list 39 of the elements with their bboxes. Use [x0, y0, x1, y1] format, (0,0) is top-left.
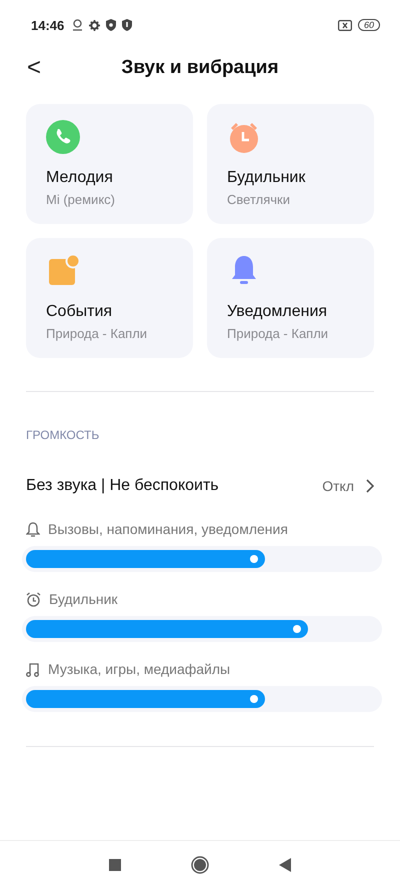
card-title: События	[46, 303, 112, 321]
music-note-icon	[26, 662, 40, 676]
dnd-value: Откл	[322, 478, 354, 494]
card-subtitle: Природа - Капли	[46, 326, 148, 341]
sound-card[interactable]: Будильник Светлячки	[207, 104, 374, 224]
volume-slider[interactable]	[26, 550, 378, 568]
sound-card[interactable]: Уведомления Природа - Капли	[207, 238, 374, 358]
card-title: Мелодия	[46, 169, 113, 187]
sound-card[interactable]: Мелодия Mi (ремикс)	[26, 104, 193, 224]
slider-label: Будильник	[49, 591, 118, 607]
back-icon[interactable]	[279, 858, 291, 872]
alarm-clock-icon	[26, 592, 41, 606]
sound-card[interactable]: События Природа - Капли	[26, 238, 193, 358]
chevron-icon	[366, 479, 374, 493]
home-icon[interactable]	[191, 856, 209, 874]
page-title: Звук и вибрация	[120, 57, 280, 79]
card-title: Будильник	[227, 169, 306, 187]
card-subtitle: Mi (ремикс)	[46, 192, 115, 207]
card-subtitle: Светлячки	[227, 192, 290, 207]
slider-label: Музыка, игры, медиафайлы	[48, 661, 230, 677]
volume-slider[interactable]	[26, 620, 378, 638]
alarm-clock-icon	[227, 120, 261, 154]
shield-icon	[106, 19, 116, 31]
card-title: Уведомления	[227, 303, 328, 321]
section-heading: ГРОМКОСТЬ	[25, 428, 100, 442]
card-subtitle: Природа - Капли	[227, 326, 328, 341]
gear-icon	[89, 20, 100, 30]
slider-label: Вызовы, напоминания, уведомления	[48, 521, 288, 537]
battery-level: 60	[358, 19, 380, 31]
back-button[interactable]: <	[22, 54, 46, 82]
sim-off-icon	[338, 20, 352, 30]
phone-icon	[46, 120, 80, 154]
volume-slider[interactable]	[26, 690, 378, 708]
dnd-row[interactable]: Без звука | Не беспокоить Откл	[0, 474, 400, 498]
event-icon	[46, 254, 80, 288]
dnd-label: Без звука | Не беспокоить	[26, 477, 219, 495]
status-time: 14:46	[31, 18, 64, 32]
bell-icon	[26, 522, 40, 536]
shield-icon	[122, 19, 132, 31]
